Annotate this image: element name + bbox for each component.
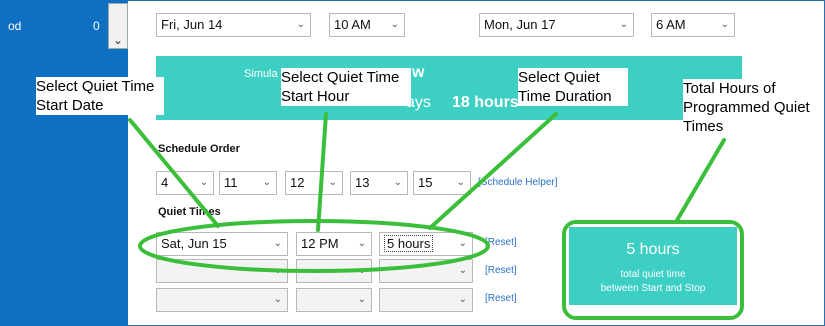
callout-start-date: Select Quiet Time Start Date bbox=[36, 77, 164, 115]
callout-arrow-duration bbox=[428, 112, 558, 230]
callout-arrow-hour bbox=[316, 112, 328, 232]
callout-arrow-total bbox=[674, 138, 726, 224]
callout-arrow-date bbox=[128, 118, 220, 228]
callout-start-hour: Select Quiet Time Start Hour bbox=[281, 68, 411, 106]
highlight-ellipse bbox=[138, 219, 490, 273]
annotation-overlay bbox=[128, 112, 726, 273]
callout-duration: Select Quiet Time Duration bbox=[518, 68, 628, 106]
callout-total: Total Hours of Programmed Quiet Times bbox=[683, 79, 811, 136]
